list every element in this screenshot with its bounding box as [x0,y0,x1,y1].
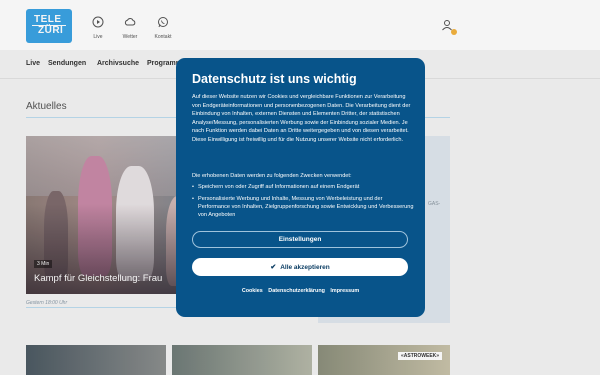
privacy-consent-dialog: Datenschutz ist uns wichtig Auf dieser W… [176,58,425,317]
accept-all-label: Alle akzeptieren [280,263,330,271]
imprint-link[interactable]: Impressum [330,288,359,294]
cookies-link[interactable]: Cookies [242,288,263,294]
purposes-list: Speichern von oder Zugriff auf Informati… [192,183,414,219]
settings-button[interactable]: Einstellungen [192,231,408,248]
purpose-item: Speichern von oder Zugriff auf Informati… [192,183,414,191]
privacy-policy-link[interactable]: Datenschutzerklärung [268,288,325,294]
dialog-title: Datenschutz ist uns wichtig [192,72,357,86]
accept-all-button[interactable]: ✔ Alle akzeptieren [192,258,408,276]
dialog-footer-links: Cookies Datenschutzerklärung Impressum [176,288,425,294]
purposes-intro: Die erhobenen Daten werden zu folgenden … [192,173,352,179]
purpose-item: Personalisierte Werbung und Inhalte, Mes… [192,195,414,219]
checkmark-icon: ✔ [270,264,277,271]
dialog-body-text: Auf dieser Website nutzen wir Cookies un… [192,94,411,143]
